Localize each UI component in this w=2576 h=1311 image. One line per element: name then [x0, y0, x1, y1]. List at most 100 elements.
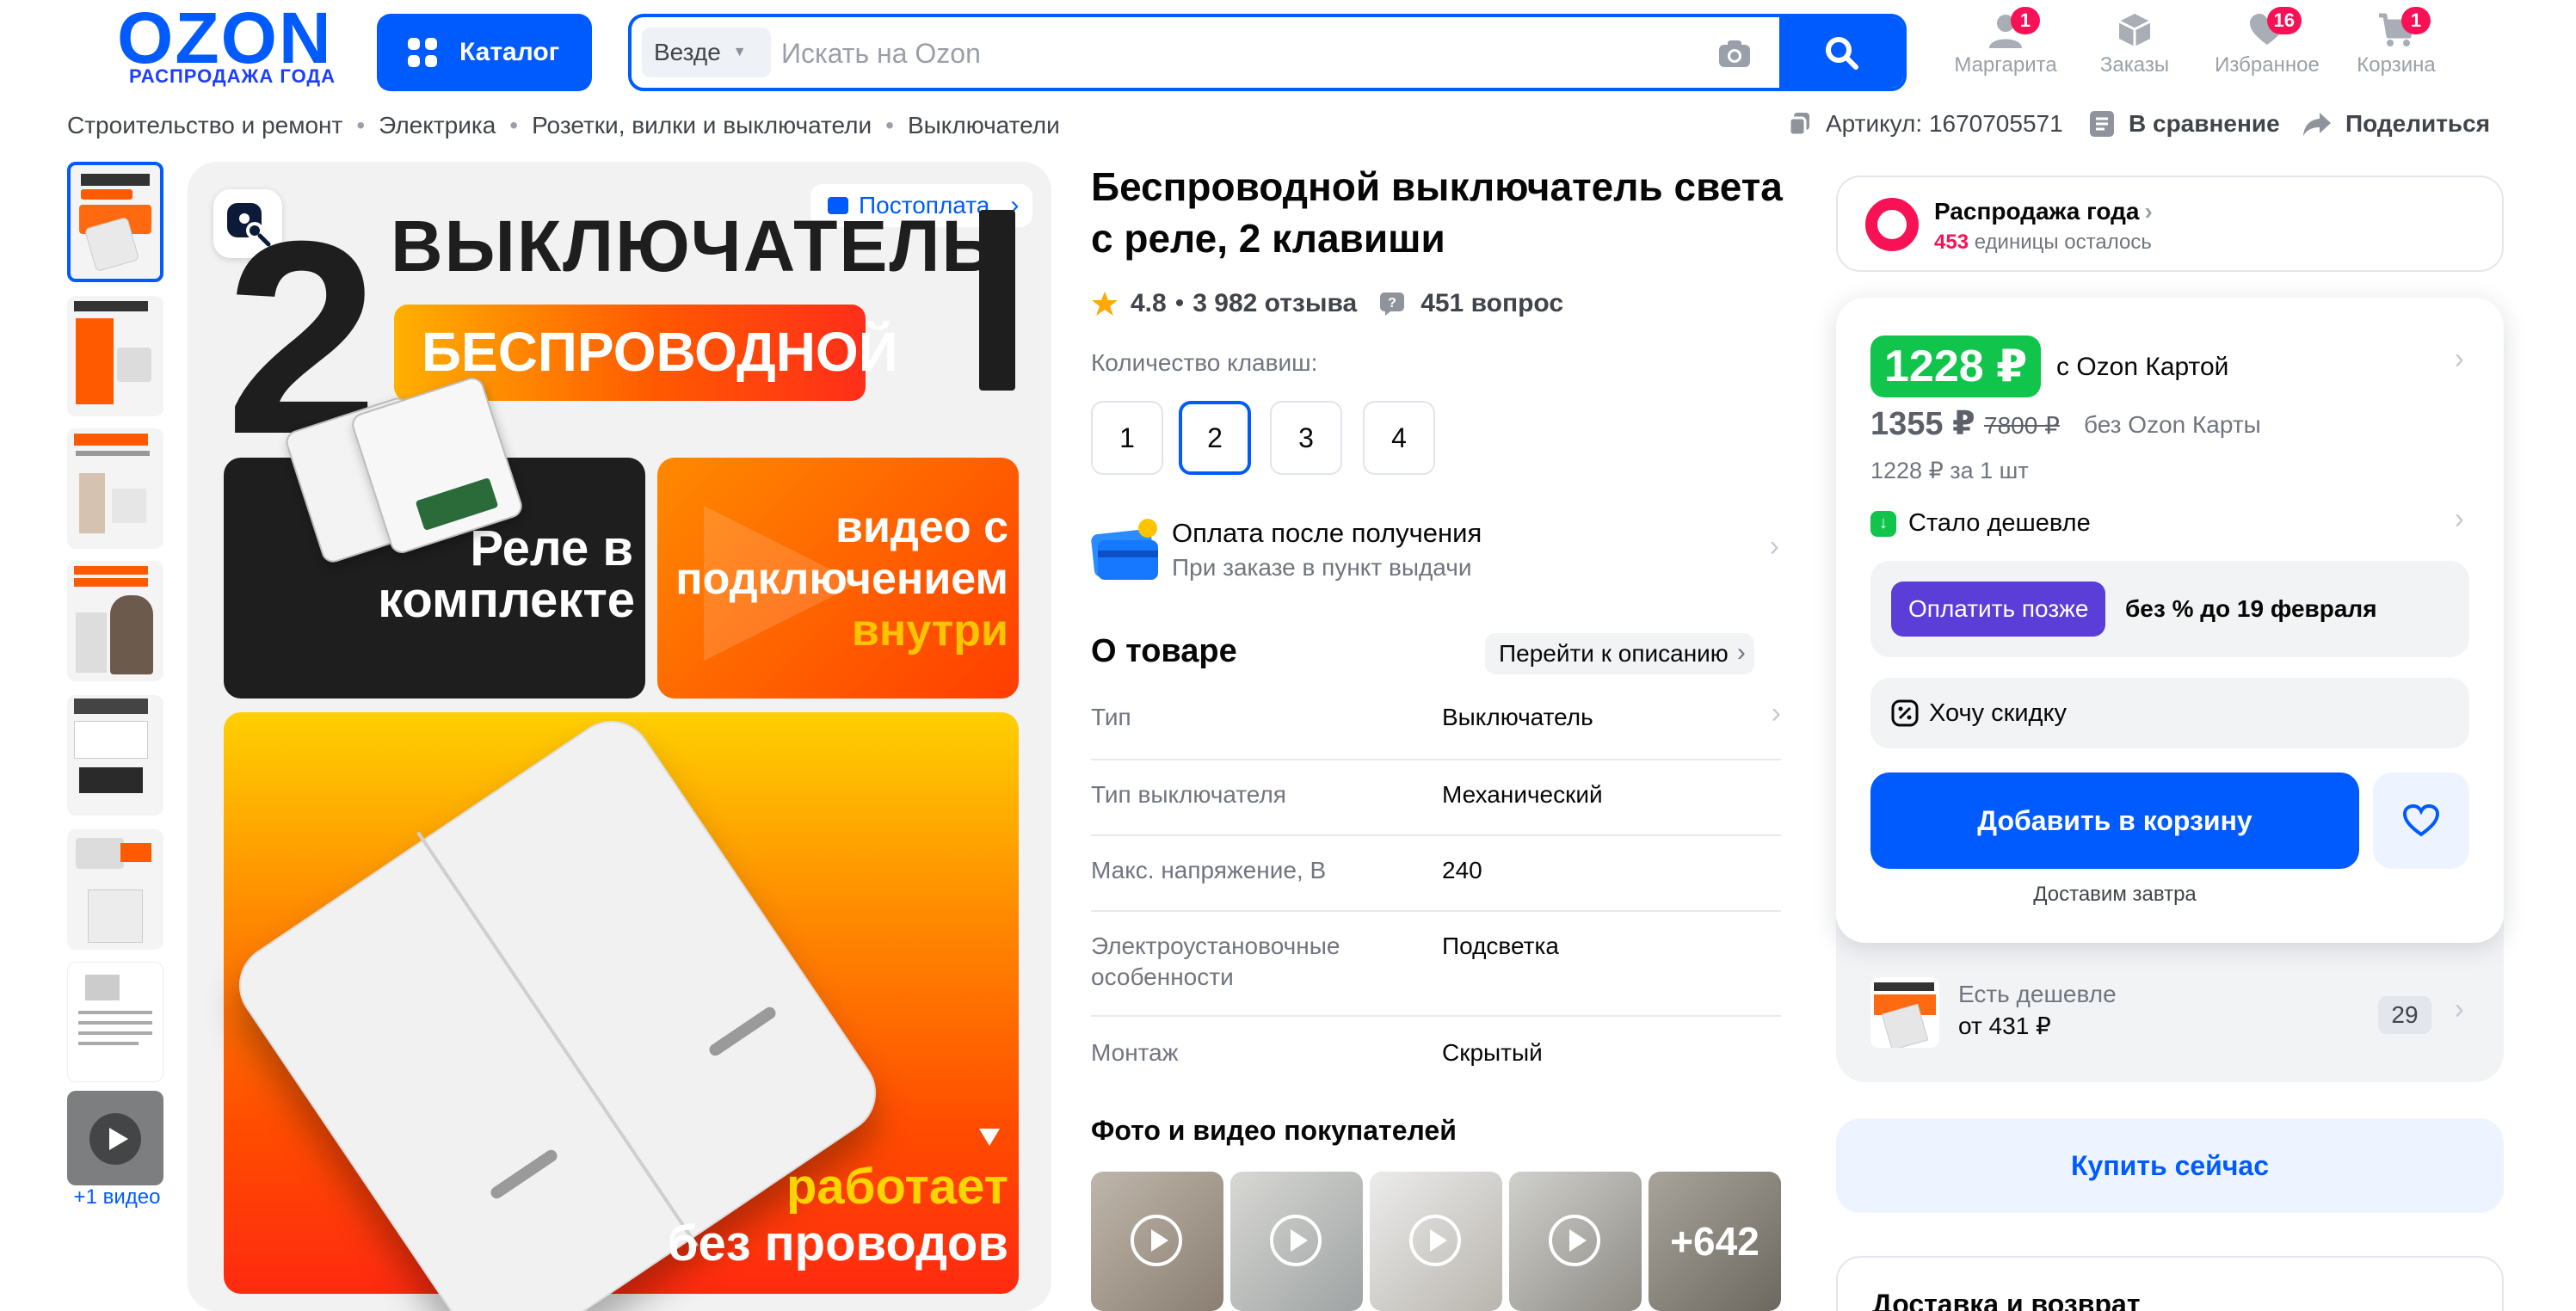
- thumbnail-2[interactable]: [67, 296, 163, 416]
- image-works-line1: работает: [786, 1159, 1008, 1215]
- buy-box: 1228 ₽ с Ozon Картой › 1355 ₽ 7800 ₽ без…: [1836, 298, 2504, 943]
- delivery-estimate: Доставим завтра: [2033, 883, 2197, 906]
- pay-after-title: Оплата после получения: [1172, 518, 1482, 548]
- spec-value: Выключатель: [1442, 704, 1593, 730]
- card-payment-icon: [1091, 519, 1158, 580]
- spec-row: Тип выключателя Механический: [1091, 760, 1781, 836]
- sale-count: 453: [1934, 231, 1969, 254]
- catalog-button[interactable]: Каталог: [377, 14, 592, 91]
- spec-row[interactable]: Тип Выключатель ›: [1091, 697, 1781, 760]
- compare-button[interactable]: В сравнение: [2089, 110, 2280, 138]
- play-icon: [1131, 1215, 1182, 1266]
- compare-label: В сравнение: [2129, 110, 2280, 137]
- customer-video-tile[interactable]: [1509, 1172, 1642, 1311]
- add-to-favorites-button[interactable]: [2373, 772, 2469, 869]
- ozon-logo[interactable]: OZON: [117, 2, 333, 74]
- buy-now-button[interactable]: Купить сейчас: [1836, 1118, 2504, 1213]
- thumbnail-6[interactable]: [67, 829, 163, 950]
- breadcrumb-separator: •: [885, 112, 894, 138]
- sale-remaining: 453 единицы осталось: [1934, 231, 2152, 255]
- search-scope-select[interactable]: Везде ▼: [642, 28, 771, 77]
- spec-value: Подсветка: [1442, 932, 1559, 959]
- product-title: Беспроводной выключатель света с реле, 2…: [1091, 164, 1783, 261]
- image-switch-word: ВЫКЛЮЧАТЕЛЬ: [391, 206, 995, 286]
- chevron-right-icon: ›: [2454, 993, 2464, 1025]
- pay-later-button[interactable]: Оплатить позже: [1891, 582, 2106, 637]
- nav-favorites-label: Избранное: [2215, 53, 2320, 77]
- customer-video-tile[interactable]: [1370, 1172, 1502, 1311]
- rating-row[interactable]: 4.8 • 3 982 отзыва ? 451 вопрос: [1091, 289, 1563, 318]
- article-number[interactable]: Артикул: 1670705571: [1786, 110, 2063, 138]
- image-video-line2: подключением: [675, 554, 1008, 604]
- thumbnail-7[interactable]: [67, 962, 163, 1082]
- search-input[interactable]: [781, 29, 1642, 77]
- key-option-4[interactable]: 4: [1363, 401, 1435, 475]
- catalog-grid-icon: [408, 38, 437, 67]
- breadcrumb-link[interactable]: Строительство и ремонт: [67, 112, 342, 139]
- customer-video-tile[interactable]: [1091, 1172, 1223, 1311]
- article-text: Артикул: 1670705571: [1826, 110, 2063, 137]
- thumbnail-5[interactable]: [67, 695, 163, 816]
- play-icon: [1409, 1215, 1461, 1266]
- delivery-return-card[interactable]: Доставка и возврат: [1836, 1256, 2504, 1311]
- camera-icon[interactable]: [1717, 38, 1752, 69]
- breadcrumb-link[interactable]: Выключатели: [908, 112, 1060, 139]
- price-dropped[interactable]: ↓ Стало дешевле: [1870, 509, 2091, 538]
- customer-video-tile[interactable]: [1230, 1172, 1363, 1311]
- thumbnail-1[interactable]: [67, 162, 163, 282]
- image-expand-icon[interactable]: [979, 1129, 1000, 1146]
- breadcrumb-separator: •: [509, 112, 519, 138]
- key-option-3[interactable]: 3: [1270, 401, 1342, 475]
- customer-media-more[interactable]: +642: [1649, 1172, 1781, 1311]
- nav-cart[interactable]: 1 Корзина: [2332, 7, 2461, 77]
- reviews-count[interactable]: 3 982 отзыва: [1192, 289, 1357, 318]
- spec-value: Скрытый: [1442, 1039, 1543, 1066]
- delivery-return-title: Доставка и возврат: [1872, 1289, 2141, 1311]
- thumbnail-4[interactable]: [67, 561, 163, 681]
- sale-banner[interactable]: Распродажа года › 453 единицы осталось: [1836, 175, 2504, 272]
- cart-badge: 1: [2401, 7, 2431, 34]
- search-icon: [1826, 37, 1858, 70]
- key-option-1[interactable]: 1: [1091, 401, 1163, 475]
- questions-count[interactable]: 451 вопрос: [1420, 289, 1563, 318]
- cheaper-offers-card[interactable]: Есть дешевле от 431 ₽ 29 ›: [1836, 920, 2504, 1082]
- price-dropped-label: Стало дешевле: [1908, 509, 2091, 537]
- question-icon: ?: [1380, 292, 1405, 316]
- image-wireless-label: БЕСПРОВОДНОЙ: [422, 321, 898, 383]
- customer-media-heading: Фото и видео покупателей: [1091, 1115, 1457, 1146]
- goto-description-button[interactable]: Перейти к описанию ›: [1485, 633, 1754, 674]
- want-discount-label: Хочу скидку: [1929, 699, 2067, 727]
- search-button[interactable]: [1779, 17, 1903, 88]
- search-scope-value: Везде: [654, 39, 721, 65]
- add-to-cart-button[interactable]: Добавить в корзину: [1870, 772, 2359, 869]
- key-option-2[interactable]: 2: [1179, 401, 1251, 475]
- nav-cart-label: Корзина: [2357, 53, 2436, 77]
- spec-key: Тип выключателя: [1091, 781, 1286, 808]
- pay-later-row[interactable]: Оплатить позже без % до 19 февраля: [1870, 561, 2469, 657]
- share-icon: [2303, 113, 2331, 136]
- breadcrumb-link[interactable]: Электрика: [379, 112, 496, 139]
- thumbnail-video[interactable]: [67, 1091, 163, 1185]
- breadcrumb-link[interactable]: Розетки, вилки и выключатели: [532, 112, 872, 139]
- share-button[interactable]: Поделиться: [2302, 110, 2490, 138]
- play-icon: [1549, 1215, 1600, 1266]
- unit-price: 1228 ₽ за 1 шт: [1870, 458, 2029, 483]
- compare-icon: [2090, 111, 2114, 137]
- pay-after-receipt[interactable]: Оплата после получения При заказе в пунк…: [1091, 518, 1779, 587]
- favorites-badge: 16: [2266, 7, 2302, 34]
- cheaper-elsewhere-label: Есть дешевле: [1958, 981, 2117, 1007]
- spec-row: Макс. напряжение, В 240: [1091, 836, 1781, 912]
- thumbnail-3[interactable]: [67, 428, 163, 549]
- goto-description-label: Перейти к описанию: [1499, 640, 1729, 667]
- video-count-caption[interactable]: +1 видео: [69, 1185, 165, 1209]
- pay-after-subtitle: При заказе в пункт выдачи: [1172, 554, 1472, 581]
- want-discount-button[interactable]: Хочу скидку: [1870, 678, 2469, 748]
- nav-orders[interactable]: Заказы: [2070, 12, 2199, 77]
- product-main-image[interactable]: Постоплата › 2 ВЫКЛЮЧАТЕЛЬ БЕСПРОВОДНОЙ …: [188, 162, 1051, 1311]
- chevron-right-icon[interactable]: ›: [2455, 342, 2464, 376]
- nav-favorites[interactable]: 16 Избранное: [2203, 7, 2332, 77]
- nav-profile[interactable]: 1 Маргарита: [1941, 7, 2070, 77]
- nav-orders-label: Заказы: [2099, 53, 2170, 77]
- spec-key: Электроустановочные особенности: [1091, 932, 1340, 991]
- regular-price-label: без Ozon Карты: [2084, 411, 2261, 438]
